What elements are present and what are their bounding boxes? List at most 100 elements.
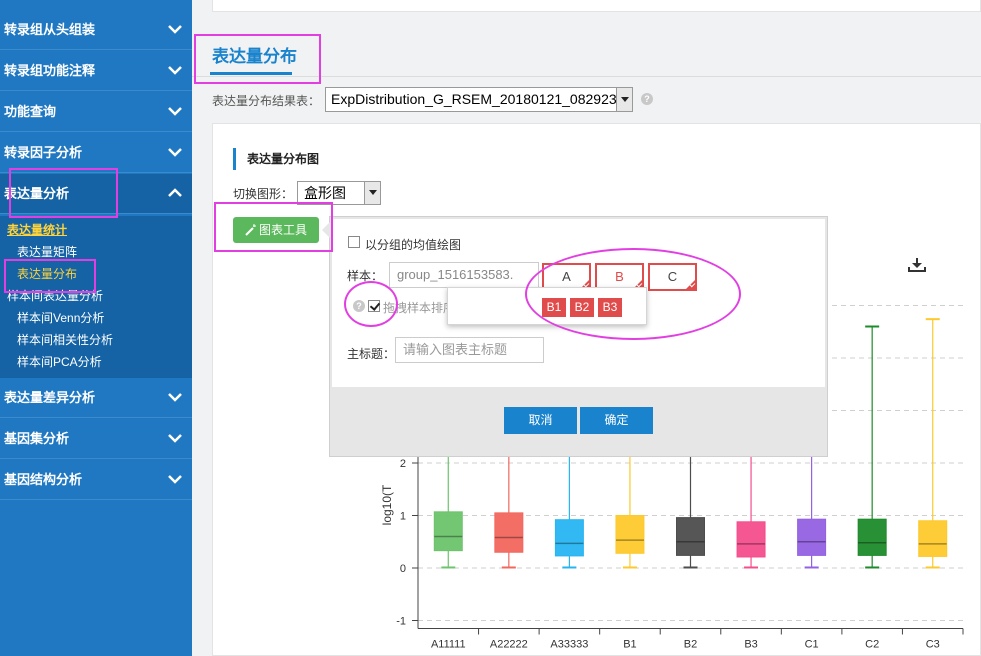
group-label: C <box>667 269 678 284</box>
menu-function-annotation[interactable]: 转录组功能注释 <box>0 51 192 91</box>
chart-type-value: 盒形图 <box>304 185 346 201</box>
menu-function-query[interactable]: 功能查询 <box>0 92 192 132</box>
chevron-down-icon <box>168 419 182 459</box>
result-table-value: ExpDistribution_G_RSEM_20180121_082923 <box>331 91 617 107</box>
drag-sort-checkbox[interactable] <box>368 300 380 312</box>
top-panel <box>212 0 981 12</box>
submenu-expression: 表达量统计 表达量矩阵 表达量分布 样本间表达量分析 样本间Venn分析 样本间… <box>0 216 192 378</box>
chevron-up-icon <box>168 174 182 214</box>
sample-label: 样本： <box>347 269 384 283</box>
x-tick-label: B3 <box>744 639 757 651</box>
wand-icon <box>245 224 256 236</box>
menu-transcription-factor[interactable]: 转录因子分析 <box>0 133 192 173</box>
box-iqr <box>918 520 948 557</box>
popup-body: 以分组的均值绘图 样本： group_1516153583. A B C ? 拖… <box>332 219 825 387</box>
box-iqr <box>615 515 645 554</box>
confirm-button[interactable]: 确定 <box>580 407 653 434</box>
cancel-button[interactable]: 取消 <box>504 407 577 434</box>
y-tick-label: 2 <box>400 458 406 470</box>
chart-type-select[interactable]: 盒形图 <box>297 181 381 205</box>
box-iqr <box>736 521 766 558</box>
box-iqr <box>554 519 584 557</box>
x-tick-label: A22222 <box>490 639 528 651</box>
menu-label: 转录组功能注释 <box>4 63 96 78</box>
submenu-expression-matrix[interactable]: 表达量矩阵 <box>0 241 192 263</box>
menu-expression-analysis[interactable]: 表达量分析 <box>0 174 192 214</box>
group-mean-checkbox[interactable] <box>348 236 360 248</box>
box-iqr <box>494 512 524 553</box>
x-tick-label: C1 <box>805 639 819 651</box>
x-tick-label: C2 <box>865 639 879 651</box>
submenu-pca[interactable]: 样本间PCA分析 <box>0 351 192 373</box>
chart-tools-popup: 以分组的均值绘图 样本： group_1516153583. A B C ? 拖… <box>322 216 828 457</box>
dropdown-arrow-icon <box>364 182 380 204</box>
divider <box>192 76 981 77</box>
submenu-venn[interactable]: 样本间Venn分析 <box>0 307 192 329</box>
popup-pointer <box>322 222 330 238</box>
menu-label: 表达量分析 <box>4 186 70 201</box>
y-tick-label: 0 <box>400 563 406 575</box>
x-tick-label: A11111 <box>431 639 466 651</box>
box-iqr <box>433 511 463 552</box>
page-title: 表达量分布 <box>212 47 297 66</box>
submenu-expression-distribution[interactable]: 表达量分布 <box>0 263 192 285</box>
chevron-down-icon <box>168 10 182 50</box>
dropdown-arrow-icon <box>616 88 632 111</box>
group-label: B <box>615 269 624 284</box>
menu-label: 基因结构分析 <box>4 472 83 487</box>
main-title-input[interactable]: 请输入图表主标题 <box>395 337 544 363</box>
box-iqr <box>857 518 887 556</box>
sample-tag-B3[interactable]: B3 <box>598 298 622 317</box>
card-title: 表达量分布图 <box>233 148 319 170</box>
y-axis-label: log10(T <box>380 484 394 525</box>
menu-label: 基因集分析 <box>4 431 70 446</box>
sample-tag-B2[interactable]: B2 <box>570 298 594 317</box>
box-iqr <box>676 517 705 556</box>
group-C-box[interactable]: C <box>648 263 697 291</box>
y-tick-label: -1 <box>396 616 406 628</box>
submenu-expression-stats[interactable]: 表达量统计 <box>0 219 192 241</box>
sample-group-value: group_1516153583. <box>397 267 514 282</box>
x-tick-label: B2 <box>684 639 697 651</box>
menu-label: 转录因子分析 <box>4 145 83 160</box>
help-icon[interactable]: ? <box>641 93 653 105</box>
chevron-down-icon <box>168 378 182 418</box>
menu-label: 转录组从头组装 <box>4 22 96 37</box>
chevron-down-icon <box>168 92 182 132</box>
chart-tools-label: 图表工具 <box>258 223 307 237</box>
sidebar: 转录组从头组装 转录组功能注释 功能查询 转录因子分析 表达量分析 表达量统计 … <box>0 0 192 656</box>
submenu-between-sample-expression[interactable]: 样本间表达量分析 <box>0 285 192 307</box>
menu-label: 表达量差异分析 <box>4 390 96 405</box>
chevron-down-icon <box>168 133 182 173</box>
sample-group-field[interactable]: group_1516153583. <box>389 262 539 288</box>
menu-differential-expression[interactable]: 表达量差异分析 <box>0 378 192 418</box>
switch-chart-label: 切换图形： <box>233 187 294 201</box>
submenu-correlation[interactable]: 样本间相关性分析 <box>0 329 192 351</box>
box-iqr <box>797 518 827 556</box>
chevron-down-icon <box>168 460 182 500</box>
sample-tag-B1[interactable]: B1 <box>542 298 566 317</box>
help-icon[interactable]: ? <box>353 300 365 312</box>
check-corner-icon <box>686 280 695 289</box>
page-title-underline <box>210 72 292 75</box>
result-table-label: 表达量分布结果表： <box>212 94 321 108</box>
menu-transcriptome-assembly[interactable]: 转录组从头组装 <box>0 10 192 50</box>
box-C3 <box>918 318 948 569</box>
chart-tools-button[interactable]: 图表工具 <box>233 217 319 243</box>
y-tick-label: 1 <box>400 511 406 523</box>
box-C2 <box>857 325 887 569</box>
x-tick-label: C3 <box>926 639 940 651</box>
x-tick-label: A33333 <box>550 639 588 651</box>
x-tick-label: B1 <box>623 639 636 651</box>
result-table-select[interactable]: ExpDistribution_G_RSEM_20180121_082923 <box>325 87 633 112</box>
drag-sort-label: 拖拽样本排序 <box>383 301 456 315</box>
menu-gene-structure[interactable]: 基因结构分析 <box>0 460 192 500</box>
group-label: A <box>562 269 571 284</box>
main-title-label: 主标题： <box>347 347 396 361</box>
download-icon[interactable] <box>908 257 926 276</box>
group-mean-label: 以分组的均值绘图 <box>365 238 462 252</box>
menu-label: 功能查询 <box>4 104 57 119</box>
chevron-down-icon <box>168 51 182 91</box>
menu-gene-set[interactable]: 基因集分析 <box>0 419 192 459</box>
group-B-dropdown: B1 B2 B3 <box>447 287 647 325</box>
